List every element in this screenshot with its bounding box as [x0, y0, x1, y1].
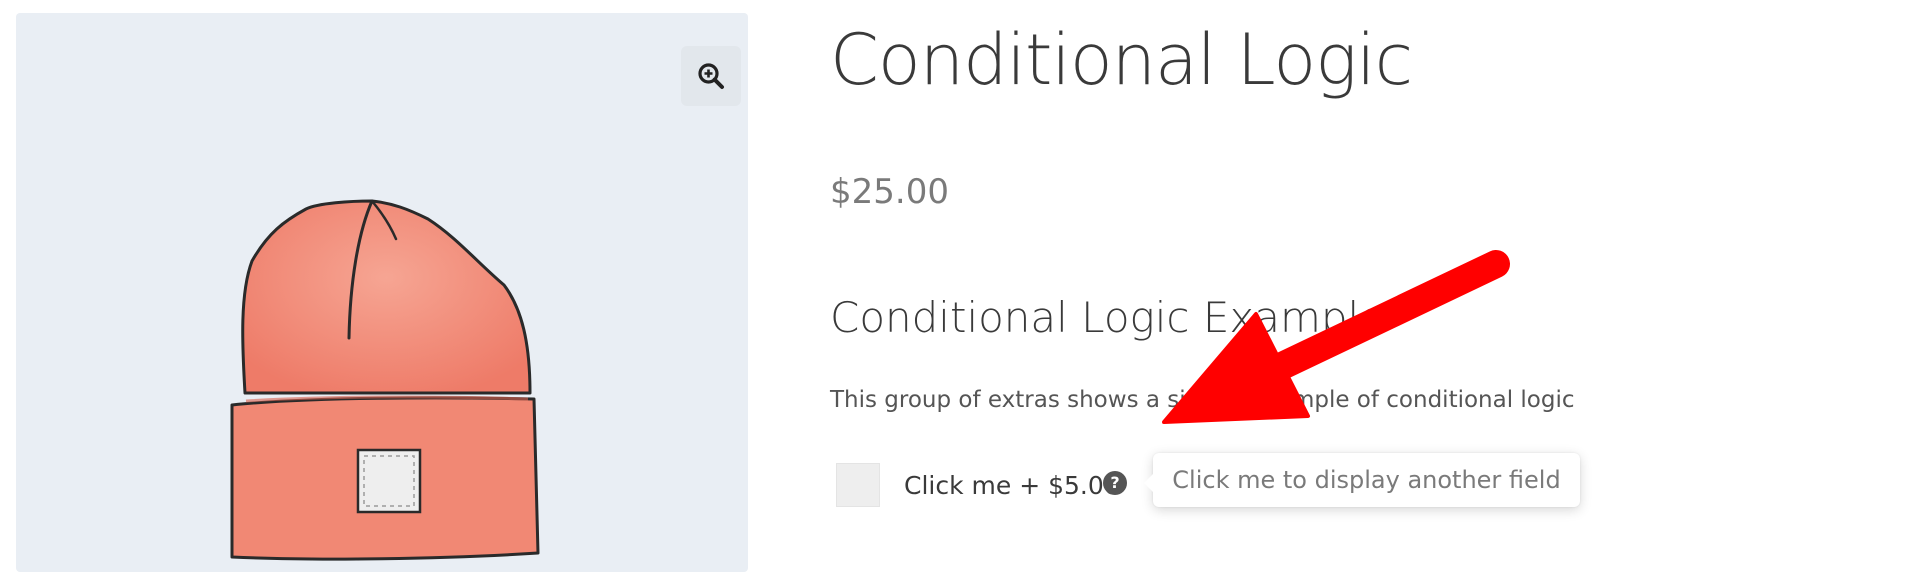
product-title: Conditional Logic — [830, 19, 1413, 101]
zoom-in-icon — [698, 63, 724, 89]
product-image-gallery — [16, 13, 748, 572]
extra-checkbox-label[interactable]: Click me + $5.00 — [904, 469, 1120, 503]
tooltip-caret — [1144, 474, 1153, 492]
extras-group-description: This group of extras shows a simple exam… — [830, 387, 1575, 413]
extra-checkbox[interactable] — [836, 463, 880, 507]
zoom-button[interactable] — [681, 46, 741, 106]
extras-group-heading: Conditional Logic Example — [830, 293, 1386, 342]
product-image[interactable] — [16, 13, 748, 572]
product-price: $25.00 — [830, 172, 949, 212]
tooltip-text: Click me to display another field — [1172, 466, 1561, 494]
field-tooltip: Click me to display another field — [1144, 453, 1580, 507]
question-circle-icon[interactable]: ? — [1103, 471, 1127, 495]
